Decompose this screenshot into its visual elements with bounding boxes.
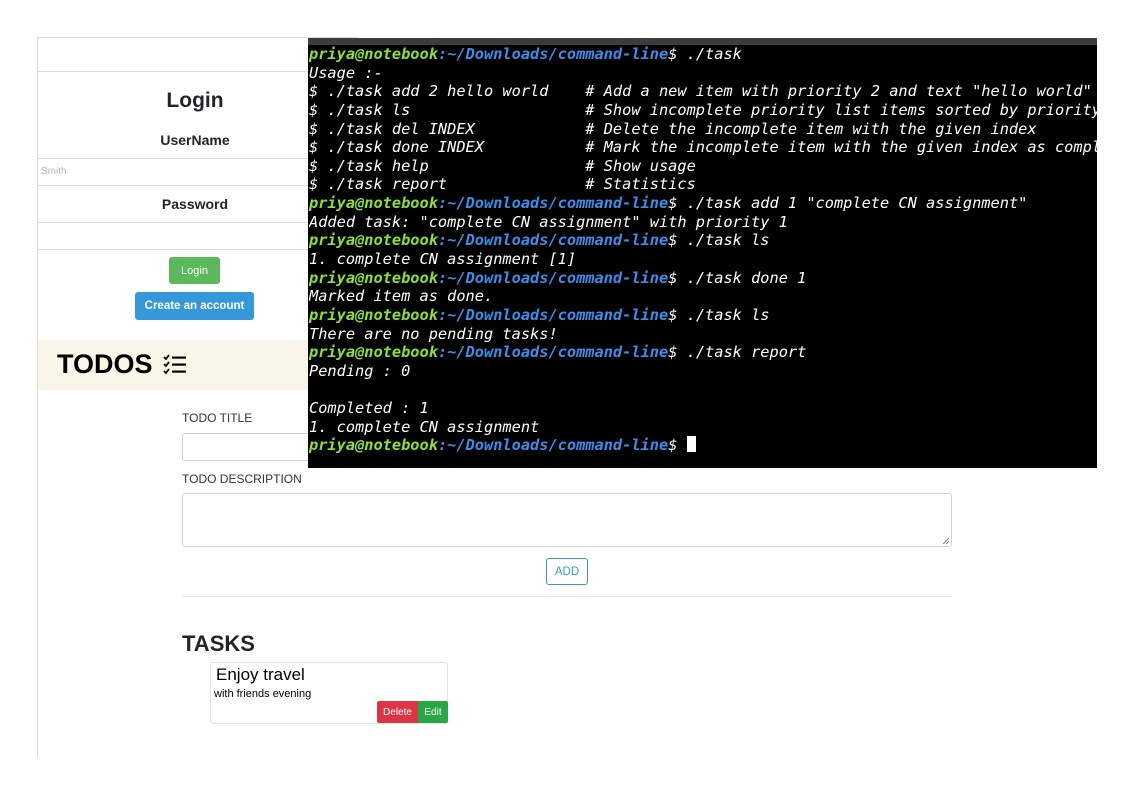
prompt-path: :~/Downloads/command-line — [437, 231, 669, 250]
todo-description-label: TODO DESCRIPTION — [182, 472, 302, 486]
task-description: with friends evening — [214, 688, 312, 700]
terminal-window[interactable]: priya@notebook:~/Downloads/command-line$… — [308, 38, 1097, 468]
task-card: Enjoy travel with friends evening Delete… — [210, 662, 448, 724]
terminal-output-line: 1. complete CN assignment — [309, 417, 540, 436]
todos-header: TODOS — [38, 340, 309, 390]
terminal-cursor — [686, 436, 696, 453]
todo-title-input[interactable] — [182, 433, 314, 461]
username-label: UserName — [160, 132, 230, 148]
login-button[interactable]: Login — [169, 257, 220, 284]
username-input[interactable]: Smith — [38, 158, 338, 186]
terminal-output-line: $ ./task help # Show usage — [309, 156, 696, 175]
terminal-output-line: 1. complete CN assignment [1] — [309, 250, 577, 269]
terminal-output-line: Usage :- — [309, 63, 383, 82]
terminal-output: priya@notebook:~/Downloads/command-line$… — [309, 45, 1097, 455]
todo-description-textarea[interactable] — [182, 493, 952, 547]
terminal-output-line: $ ./task del INDEX # Delete the incomple… — [309, 119, 1037, 138]
divider — [182, 596, 952, 597]
terminal-output-line: Marked item as done. — [309, 287, 494, 306]
prompt-path: :~/Downloads/command-line — [437, 268, 669, 287]
terminal-output-line: $ ./task report # Statistics — [309, 175, 696, 194]
prompt-user: priya@notebook — [309, 45, 438, 63]
prompt-command: $ ./task — [668, 45, 742, 63]
prompt-command: $ ./task ls — [668, 305, 770, 324]
password-input[interactable] — [38, 222, 338, 250]
password-label: Password — [161, 196, 229, 212]
username-placeholder: Smith — [41, 166, 67, 177]
prompt-path: :~/Downloads/command-line — [437, 436, 669, 455]
terminal-prompt-line: priya@notebook:~/Downloads/command-line$… — [309, 231, 1097, 250]
prompt-user: priya@notebook — [309, 231, 438, 250]
terminal-title-bar — [308, 38, 1097, 45]
edit-task-button[interactable]: Edit — [418, 701, 448, 723]
terminal-prompt-line: priya@notebook:~/Downloads/command-line$… — [309, 269, 1097, 288]
todo-title-label: TODO TITLE — [182, 411, 253, 425]
checklist-icon — [163, 354, 187, 381]
terminal-output-line: $ ./task done INDEX # Mark the incomplet… — [309, 138, 1097, 157]
login-title: Login — [166, 89, 224, 112]
prompt-path: :~/Downloads/command-line — [437, 45, 669, 63]
terminal-prompt-line: priya@notebook:~/Downloads/command-line$… — [309, 306, 1097, 325]
add-todo-button[interactable]: ADD — [546, 558, 588, 585]
terminal-output-line: Pending : 0 — [309, 361, 411, 380]
terminal-output-line: $ ./task add 2 hello world # Add a new i… — [309, 82, 1092, 101]
prompt-path: :~/Downloads/command-line — [437, 305, 669, 324]
resize-handle-icon[interactable] — [942, 537, 950, 545]
create-account-button[interactable]: Create an account — [135, 292, 254, 320]
todos-title: TODOS — [57, 349, 153, 379]
prompt-command: $ ./task report — [668, 343, 807, 362]
prompt-user: priya@notebook — [309, 436, 438, 455]
terminal-prompt-line: priya@notebook:~/Downloads/command-line$… — [309, 343, 1097, 362]
terminal-output-line: Added task: "complete CN assignment" wit… — [309, 212, 788, 231]
prompt-user: priya@notebook — [309, 305, 438, 324]
prompt-command: $ — [668, 436, 687, 455]
terminal-output-line: $ ./task ls # Show incomplete priority l… — [309, 100, 1097, 119]
terminal-prompt-line: priya@notebook:~/Downloads/command-line$… — [309, 45, 1097, 64]
tasks-heading: TASKS — [182, 631, 255, 656]
delete-task-button[interactable]: Delete — [377, 701, 418, 723]
prompt-command: $ ./task add 1 "complete CN assignment" — [668, 194, 1028, 213]
terminal-prompt-line: priya@notebook:~/Downloads/command-line$… — [309, 194, 1097, 213]
prompt-path: :~/Downloads/command-line — [437, 194, 669, 213]
prompt-user: priya@notebook — [309, 343, 438, 362]
prompt-command: $ ./task done 1 — [668, 268, 807, 287]
prompt-user: priya@notebook — [309, 194, 438, 213]
terminal-output-line: There are no pending tasks! — [309, 324, 558, 343]
prompt-command: $ ./task ls — [668, 231, 770, 250]
terminal-output-line: Completed : 1 — [309, 399, 429, 418]
prompt-path: :~/Downloads/command-line — [437, 343, 669, 362]
task-title: Enjoy travel — [216, 665, 305, 684]
prompt-user: priya@notebook — [309, 268, 438, 287]
terminal-prompt-line: priya@notebook:~/Downloads/command-line$ — [309, 436, 1097, 455]
